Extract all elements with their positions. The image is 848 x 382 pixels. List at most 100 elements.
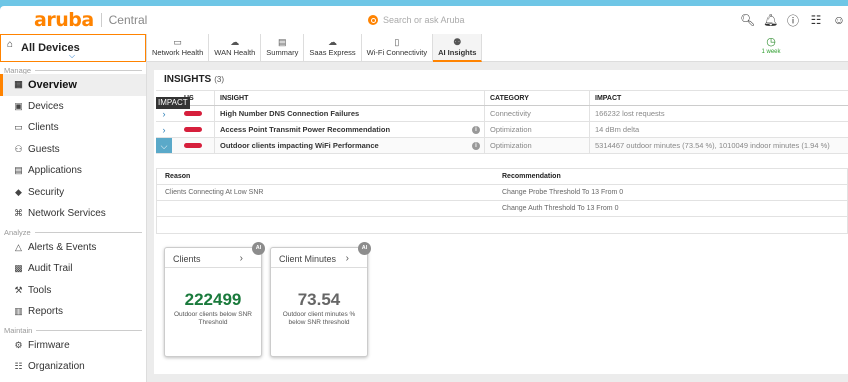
search-icon[interactable]: 🔍︎ <box>740 13 755 27</box>
insight-impact: 5314467 outdoor minutes (73.54 %), 10100… <box>595 141 830 150</box>
network-health-icon: ▭ <box>173 37 182 47</box>
insight-category: Optimization <box>490 141 532 150</box>
logo-word: aruba <box>34 9 94 31</box>
sidebar-item-label: Guests <box>28 143 60 155</box>
card-title: Client Minutes <box>279 254 337 264</box>
table-row[interactable]: › High Number DNS Connection Failures Co… <box>156 106 848 122</box>
sidebar-item-organization[interactable]: ☷ Organization <box>0 356 146 378</box>
logo-subtitle: Central <box>108 13 148 27</box>
tab-summary[interactable]: ▤ Summary <box>261 34 305 62</box>
time-window-label: 1 week <box>761 49 781 55</box>
clock-icon: ◷ <box>766 36 776 48</box>
sidebar-item-label: Firmware <box>28 339 70 351</box>
tab-label: WAN Health <box>214 48 256 57</box>
sidebar-item-label: Devices <box>28 100 64 112</box>
help-icon[interactable]: ⓘ <box>786 12 800 29</box>
col-reason: Reason <box>165 173 191 180</box>
sidebar-item-overview[interactable]: ▦ Overview <box>0 74 146 96</box>
security-icon: ◆ <box>15 186 22 197</box>
bell-icon[interactable]: 🔔︎ <box>763 13 778 27</box>
guests-icon: ⚇ <box>14 143 23 154</box>
tab-label: Wi-Fi Connectivity <box>366 48 428 57</box>
bell-icon: △ <box>15 241 22 252</box>
sidebar-item-reports[interactable]: ▥ Reports <box>0 301 146 323</box>
tab-wifi-connectivity[interactable]: ▯ Wi-Fi Connectivity <box>362 34 434 62</box>
recommendation-text: Change Probe Threshold To 13 From 0 <box>502 189 624 196</box>
scope-selector[interactable]: ⌂ All Devices ⌵ <box>0 34 146 62</box>
overview-icon: ▦ <box>14 79 23 89</box>
info-icon[interactable]: i <box>472 142 480 150</box>
insight-name: Access Point Transmit Power Recommendati… <box>220 125 391 134</box>
devices-icon: ▣ <box>14 100 23 111</box>
collapse-chevron-icon[interactable]: ⌵ <box>156 138 172 153</box>
sidebar-item-applications[interactable]: ▤ Applications <box>0 160 146 182</box>
expand-chevron-icon[interactable]: › <box>156 125 172 135</box>
sidebar-item-devices[interactable]: ▣ Devices <box>0 96 146 118</box>
impact-tooltip: IMPACT <box>156 97 190 109</box>
sidebar-item-firmware[interactable]: ⚙ Firmware <box>0 335 146 357</box>
insights-panel: INSIGHTS(3) US INSIGHT CATEGORY IMPACT ›… <box>154 70 848 374</box>
user-icon[interactable]: ☺ <box>832 13 846 27</box>
sidebar-item-label: Applications <box>28 165 82 177</box>
sidebar-item-guests[interactable]: ⚇ Guests <box>0 139 146 161</box>
organization-icon: ☷ <box>14 361 23 371</box>
table-row[interactable]: › Access Point Transmit Power Recommenda… <box>156 122 848 138</box>
card-caption: Outdoor client minutes % below SNR thres… <box>282 311 356 326</box>
col-category[interactable]: CATEGORY <box>484 91 589 105</box>
wan-health-icon: ☁ <box>230 37 240 47</box>
sidebar-item-tools[interactable]: ⚒ Tools <box>0 280 146 302</box>
tab-wan-health[interactable]: ☁ WAN Health <box>209 34 262 62</box>
insight-name: Outdoor clients impacting WiFi Performan… <box>220 141 379 150</box>
info-icon[interactable]: i <box>472 126 480 134</box>
apps-grid-icon[interactable]: ☷ <box>809 13 823 27</box>
table-row[interactable]: ⌵ Outdoor clients impacting WiFi Perform… <box>156 138 848 154</box>
col-impact-label: IMPACT <box>595 94 622 102</box>
tab-label: Summary <box>266 48 299 57</box>
section-maintain: Maintain <box>0 323 146 335</box>
col-insight-label: INSIGHT <box>220 94 249 102</box>
main-content: INSIGHTS(3) US INSIGHT CATEGORY IMPACT ›… <box>147 62 848 382</box>
sidebar-item-alerts-events[interactable]: △ Alerts & Events <box>0 237 146 259</box>
sidebar-item-clients[interactable]: ▭ Clients <box>0 117 146 139</box>
sidebar-item-audit-trail[interactable]: ▩ Audit Trail <box>0 258 146 280</box>
insight-impact: 166232 lost requests <box>595 109 665 118</box>
search-placeholder: Search or ask Aruba <box>383 15 465 25</box>
section-manage: Manage <box>0 62 146 75</box>
aruba-logo[interactable]: aruba Central <box>34 9 147 31</box>
saas-express-icon: ☁ <box>328 37 337 47</box>
col-category-label: CATEGORY <box>490 94 529 102</box>
sidebar-item-label: Audit Trail <box>28 263 73 275</box>
top-bar: aruba Central Search or ask Aruba 🔍︎ 🔔︎ … <box>0 6 848 34</box>
clients-card[interactable]: Clients › AI 222499 Outdoor clients belo… <box>164 242 265 357</box>
client-minutes-card[interactable]: Client Minutes › AI 73.54 Outdoor client… <box>270 242 371 357</box>
applications-icon: ▤ <box>14 165 23 175</box>
col-recommendation: Recommendation <box>502 173 561 180</box>
tab-saas-express[interactable]: ☁ Saas Express <box>304 34 362 62</box>
tab-label: Network Health <box>152 48 204 57</box>
col-impact[interactable]: IMPACT <box>589 91 848 105</box>
ai-badge: AI <box>252 242 265 255</box>
time-window-selector[interactable]: ◷ 1 week <box>751 36 791 55</box>
chevron-right-icon[interactable]: › <box>240 253 243 264</box>
sidebar-item-security[interactable]: ◆ Security <box>0 182 146 204</box>
tab-ai-insights[interactable]: ⚉ AI Insights <box>433 34 483 62</box>
logo-divider <box>100 13 102 27</box>
sidebar-item-label: Clients <box>28 122 59 134</box>
insights-count: (3) <box>214 75 225 84</box>
wifi-connectivity-icon: ▯ <box>394 37 400 47</box>
detail-row: Clients Connecting At Low SNR Change Pro… <box>157 185 847 201</box>
expand-chevron-icon[interactable]: › <box>156 109 172 119</box>
search-icon <box>368 15 378 25</box>
sidebar-item-network-services[interactable]: ⌘ Network Services <box>0 203 146 225</box>
section-analyze: Analyze <box>0 225 146 237</box>
search-bar[interactable]: Search or ask Aruba <box>368 11 748 29</box>
tab-label: Saas Express <box>309 48 356 57</box>
chevron-right-icon[interactable]: › <box>346 253 349 264</box>
detail-header: Reason Recommendation <box>157 169 847 185</box>
insights-table: US INSIGHT CATEGORY IMPACT › High Number… <box>156 90 848 154</box>
col-insight[interactable]: INSIGHT <box>214 91 484 105</box>
reports-icon: ▥ <box>14 306 23 316</box>
summary-icon: ▤ <box>278 37 287 47</box>
sidebar: ⌂ All Devices ⌵ Manage ▦ Overview ▣ Device… <box>0 34 147 382</box>
tab-network-health[interactable]: ▭ Network Health <box>147 34 210 62</box>
